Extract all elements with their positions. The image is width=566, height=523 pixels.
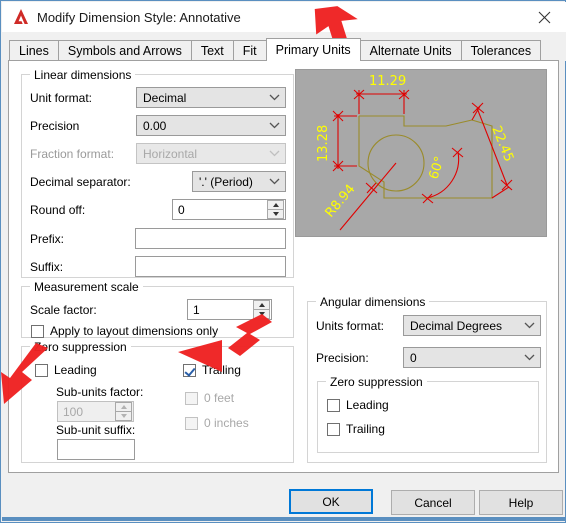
dim-text-13-28: 13.28 [316,125,331,162]
chevron-down-icon [263,116,285,135]
zero-suppression-trailing-checkbox[interactable]: Trailing [183,363,241,377]
decimal-separator-combobox[interactable]: '.' (Period) [192,171,286,192]
title-bar: Modify Dimension Style: Annotative [2,2,566,32]
chevron-down-icon [518,316,540,335]
round-off-spinner[interactable]: 0 [172,199,286,220]
angular-precision-value: 0 [410,350,417,365]
zero-suppression-angular-group: Zero suppression [317,375,539,453]
tab-text[interactable]: Text [190,40,234,61]
spinner-down-icon[interactable] [253,309,270,319]
spinner-buttons[interactable] [267,200,284,219]
scale-factor-spinner[interactable]: 1 [187,299,272,320]
sub-unit-suffix-input[interactable] [57,439,135,460]
spinner-buttons [115,402,132,421]
fraction-format-combobox: Horizontal [136,143,286,164]
cancel-button[interactable]: Cancel [391,490,475,515]
angular-zero-suppression-leading-checkbox[interactable]: Leading [327,398,389,412]
precision-label: Precision [30,119,80,133]
unit-format-combobox[interactable]: Decimal [136,87,286,108]
tab-symbols-and-arrows[interactable]: Symbols and Arrows [57,40,192,61]
spinner-down-icon [115,411,132,421]
scale-factor-value: 1 [193,302,200,317]
suffix-input[interactable] [135,256,286,277]
tab-alternate-units[interactable]: Alternate Units [359,40,462,61]
sub-units-factor-spinner: 100 [57,401,134,422]
zero-suppression-leading-label: Leading [54,363,97,377]
help-button[interactable]: Help [479,490,563,515]
dimension-style-preview: 11.29 13.28 22.45 60° R8.94 [295,69,547,237]
zero-suppression-trailing-label: Trailing [202,363,241,377]
prefix-label: Prefix: [30,232,65,246]
checkbox-box [185,391,198,405]
autocad-a-icon [10,6,32,28]
zero-feet-label: 0 feet [204,391,235,405]
zero-inches-label: 0 inches [204,416,249,430]
spinner-down-icon[interactable] [267,209,284,219]
checkbox-box [327,422,340,436]
checkbox-box [327,398,340,412]
unit-format-value: Decimal [143,90,187,105]
spinner-buttons[interactable] [253,300,270,319]
linear-dimensions-group-title: Linear dimensions [30,68,136,82]
angular-precision-label: Precision: [316,351,369,365]
decimal-separator-label: Decimal separator: [30,175,131,189]
sub-units-factor-label: Sub-units factor: [56,385,144,399]
chevron-down-icon [263,172,285,191]
zero-inches-checkbox: 0 inches [185,416,249,430]
decimal-separator-value: '.' (Period) [199,174,253,189]
measurement-scale-group-title: Measurement scale [30,280,143,294]
tab-strip: Lines Symbols and Arrows Text Fit Primar… [2,32,566,61]
scale-factor-label: Scale factor: [30,303,97,317]
round-off-value: 0 [178,202,185,217]
window-bottom-accent [2,517,566,521]
angular-zero-suppression-trailing-checkbox[interactable]: Trailing [327,422,385,436]
modify-dimension-style-dialog: Modify Dimension Style: Annotative Lines… [0,0,566,523]
chevron-down-icon [263,144,285,163]
spinner-up-icon [115,402,132,411]
chevron-down-icon [263,88,285,107]
checkbox-box [185,416,198,430]
precision-value: 0.00 [143,118,167,133]
zero-suppression-leading-checkbox[interactable]: Leading [35,363,97,377]
fraction-format-label: Fraction format: [30,147,115,161]
precision-combobox[interactable]: 0.00 [136,115,286,136]
page-title: Modify Dimension Style: Annotative [37,9,241,25]
angular-zero-suppression-trailing-label: Trailing [346,422,385,436]
suffix-label: Suffix: [30,260,64,274]
angular-units-format-value: Decimal Degrees [410,318,503,333]
zero-feet-checkbox: 0 feet [185,391,234,405]
tab-lines[interactable]: Lines [9,40,59,61]
checkbox-box [35,363,48,377]
apply-to-layout-dimensions-label: Apply to layout dimensions only [50,324,219,338]
primary-units-panel: Linear dimensions Unit format: Decimal P… [8,60,559,473]
round-off-label: Round off: [30,203,86,217]
chevron-down-icon [518,348,540,367]
angular-precision-combobox[interactable]: 0 [403,347,541,368]
tab-primary-units[interactable]: Primary Units [265,38,361,61]
spinner-up-icon[interactable] [267,200,284,209]
zero-suppression-angular-group-title: Zero suppression [326,375,427,389]
angular-units-format-label: Units format: [316,319,385,333]
checkbox-box [31,324,44,338]
tab-tolerances[interactable]: Tolerances [460,40,542,61]
spinner-up-icon[interactable] [253,300,270,309]
fraction-format-value: Horizontal [143,146,198,161]
angular-zero-suppression-leading-label: Leading [346,398,389,412]
dim-text-11-29: 11.29 [369,74,406,89]
tab-fit[interactable]: Fit [232,40,267,61]
sub-units-factor-value: 100 [63,404,84,419]
apply-to-layout-dimensions-checkbox[interactable]: Apply to layout dimensions only [31,324,218,338]
checkbox-box [183,363,196,377]
ok-button[interactable]: OK [289,489,373,514]
angular-units-format-combobox[interactable]: Decimal Degrees [403,315,541,336]
close-icon[interactable] [522,2,566,32]
dim-text-60: 60° [427,155,448,182]
prefix-input[interactable] [135,228,286,249]
angular-dimensions-group-title: Angular dimensions [316,295,430,309]
unit-format-label: Unit format: [30,91,93,105]
sub-unit-suffix-label: Sub-unit suffix: [56,423,136,437]
zero-suppression-linear-group-title: Zero suppression [30,340,131,354]
